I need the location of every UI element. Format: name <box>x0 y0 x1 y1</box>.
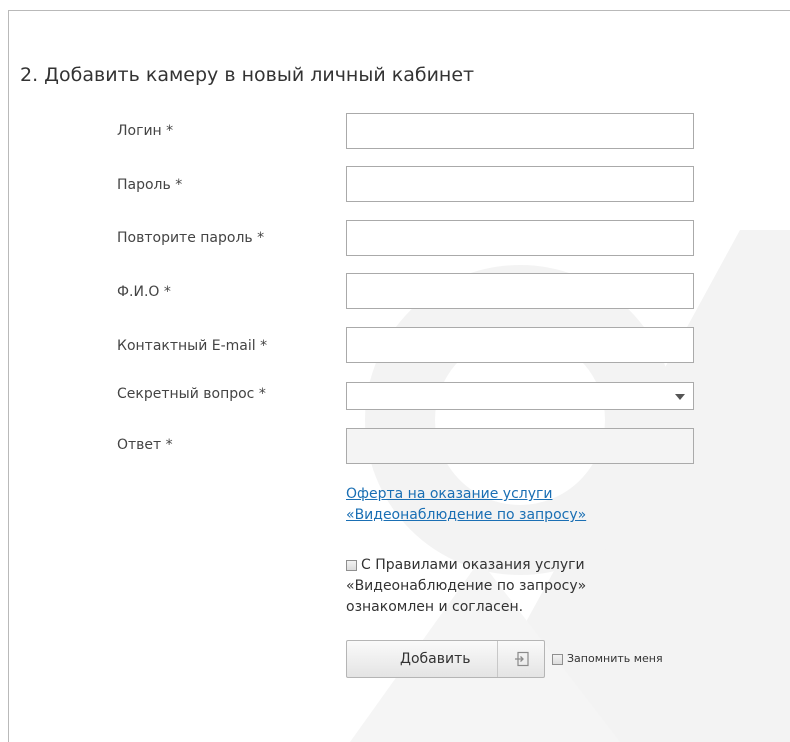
offer-link-line-2[interactable]: «Видеонаблюдение по запросу» <box>346 505 586 526</box>
remember-me-checkbox[interactable] <box>552 653 563 665</box>
page: 2. Добавить камеру в новый личный кабине… <box>0 0 790 742</box>
answer-label: Ответ * <box>117 437 173 453</box>
full-name-input[interactable] <box>346 273 694 309</box>
frame-left-border <box>8 10 9 742</box>
remember-me: Запомнить меня <box>552 652 663 665</box>
remember-me-label: Запомнить меня <box>567 652 663 665</box>
frame-top-border <box>8 10 790 11</box>
agreement-block: С Правилами оказания услуги «Видеонаблюд… <box>346 555 676 618</box>
email-label: Контактный E-mail * <box>117 338 268 354</box>
secret-question-select[interactable] <box>346 382 694 410</box>
password-label: Пароль * <box>117 177 183 193</box>
add-button[interactable]: Добавить <box>346 640 545 678</box>
agreement-line-1: С Правилами оказания услуги <box>346 555 676 576</box>
password-repeat-label: Повторите пароль * <box>117 230 265 246</box>
full-name-label: Ф.И.О * <box>117 284 171 300</box>
agreement-text-1: С Правилами оказания услуги <box>361 557 585 573</box>
offer-link-line-1[interactable]: Оферта на оказание услуги <box>346 484 586 505</box>
login-input[interactable] <box>346 113 694 149</box>
section-title: 2. Добавить камеру в новый личный кабине… <box>20 64 475 86</box>
password-repeat-input[interactable] <box>346 220 694 256</box>
secret-question-label: Секретный вопрос * <box>117 386 266 402</box>
agreement-text-2: «Видеонаблюдение по запросу» <box>346 578 587 594</box>
login-label: Логин * <box>117 123 174 139</box>
password-input[interactable] <box>346 166 694 202</box>
chevron-down-icon[interactable] <box>675 394 685 400</box>
agreement-text-3: ознакомлен и согласен. <box>346 599 524 615</box>
watermark-logo <box>350 230 790 742</box>
agreement-checkbox[interactable] <box>346 559 357 571</box>
offer-link[interactable]: Оферта на оказание услуги «Видеонаблюден… <box>346 484 586 526</box>
login-icon <box>515 651 529 667</box>
email-input[interactable] <box>346 327 694 363</box>
add-button-label: Добавить <box>400 651 471 667</box>
button-separator <box>497 641 498 677</box>
answer-input[interactable] <box>346 428 694 464</box>
